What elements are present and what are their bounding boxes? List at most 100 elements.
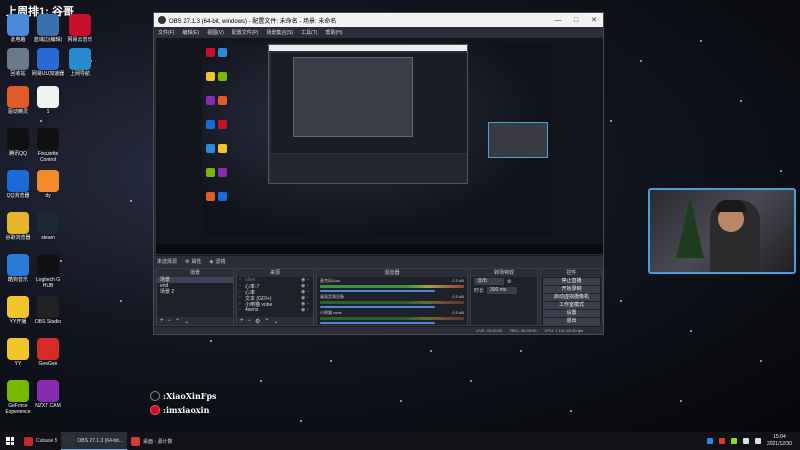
channel-level: 0.0 dB: [452, 278, 464, 283]
nvidia-icon: [7, 380, 29, 402]
tray-app-icon[interactable]: [718, 438, 725, 444]
control-button[interactable]: 工作室模式: [543, 302, 600, 309]
taskbar-item[interactable]: OBS 27.1.3 (64-bit...: [61, 432, 127, 450]
volume-slider[interactable]: [320, 290, 436, 292]
menu-item[interactable]: 文件(F): [158, 29, 174, 36]
menu-item[interactable]: 工具(T): [301, 29, 317, 36]
nested-webcam: [488, 122, 548, 158]
desktop-icon[interactable]: OBS Studio: [30, 296, 66, 325]
douyin-badge: :XiaoXinFps: [150, 390, 217, 402]
mixer-panel: 混音器 麦克风/Aux 0.0 dB 桌面音频设备 0.0 dB 小倒猫 vobe 0.0…: [316, 268, 468, 326]
obs-icon: [37, 296, 59, 318]
controls-title: 控件: [541, 269, 602, 277]
computer-icon: [7, 14, 29, 36]
desktop-icon-label: Focusrite Control: [37, 151, 59, 163]
menu-item[interactable]: 帮助(H): [325, 29, 342, 36]
start-button[interactable]: [0, 432, 20, 450]
control-button[interactable]: 停止直播: [543, 278, 600, 285]
add-icon[interactable]: +: [240, 318, 244, 324]
maximize-button[interactable]: □: [567, 13, 585, 27]
system-tray: 15:04 2021/12/30: [706, 434, 800, 448]
volume-slider[interactable]: [320, 306, 436, 308]
gear-icon[interactable]: ⚙: [255, 318, 260, 325]
transitions-title: 转场特效: [471, 269, 537, 277]
desktop-icon[interactable]: 1: [30, 86, 66, 115]
down-icon[interactable]: ⌄: [273, 318, 278, 325]
desktop-icon-label: NZXT CAM: [35, 403, 61, 409]
controls-panel: 控件 停止直播 开始录制 启动虚拟摄像机 工作室模式 设置 退出: [540, 268, 603, 326]
control-button[interactable]: 设置: [543, 310, 600, 317]
desktop-icon-label: 上网导航: [69, 71, 90, 77]
taskbar-item[interactable]: Cubase 5: [20, 432, 61, 450]
taskbar-item-label: 桌面 - 源计数: [143, 438, 173, 445]
desktop-icon-label: Logitech G HUB: [35, 277, 61, 289]
remove-icon[interactable]: −: [248, 318, 252, 324]
filters-button[interactable]: ◈ 滤镜: [210, 258, 226, 266]
sources-title: 来源: [237, 269, 313, 277]
scenes-panel: 场景 场景 end 场景 2 + − ⌃ ⌄: [156, 268, 234, 326]
mixer-channel: 桌面音频设备 0.0 dB: [317, 293, 467, 309]
desktop-icon[interactable]: steam: [30, 212, 66, 241]
lock-icon[interactable]: ▫: [307, 307, 313, 313]
up-icon[interactable]: ⌃: [175, 318, 180, 325]
obs-window-title: OBS 27.1.3 (64-bit, windows) - 配置文件: 未命名…: [169, 18, 337, 25]
obs-statusbar: LIVE: 00:00:00 REC: 00:00:00 CPU: 1.1%, …: [154, 326, 603, 334]
control-button[interactable]: 开始录制: [543, 286, 600, 293]
menu-item[interactable]: 配置文件(P): [232, 29, 259, 36]
desktop-icon[interactable]: NZXT CAM: [30, 380, 66, 409]
windows-icon: [6, 437, 14, 445]
volume-icon[interactable]: [742, 438, 749, 444]
transition-select[interactable]: 淡出: [474, 278, 504, 285]
duration-input[interactable]: 300 ms: [487, 287, 518, 294]
streamer-cap: [716, 200, 746, 212]
volume-meter: [320, 317, 464, 320]
tray-app-icon[interactable]: [706, 438, 713, 444]
desktop-icon[interactable]: Focusrite Control: [30, 128, 66, 163]
desktop-icon[interactable]: 蓝魂边(编辑): [30, 14, 66, 43]
desktop-icon[interactable]: GeeGee: [30, 338, 66, 367]
nested-obs-window: [268, 44, 468, 184]
arrow-icon: [37, 86, 59, 108]
desktop-icon[interactable]: 网易云音乐: [62, 14, 98, 43]
obs-window[interactable]: OBS 27.1.3 (64-bit, windows) - 配置文件: 未命名…: [153, 12, 604, 335]
gear-icon[interactable]: ⚙: [507, 279, 511, 285]
scene-item[interactable]: 场景 2: [157, 289, 233, 295]
up-icon[interactable]: ⌃: [264, 318, 269, 325]
menu-item[interactable]: 编辑(E): [182, 29, 199, 36]
desktop-icon[interactable]: 上网导航: [62, 48, 98, 77]
network-icon[interactable]: [754, 438, 761, 444]
yy-app-icon: [7, 338, 29, 360]
volume-slider[interactable]: [320, 322, 436, 324]
clock[interactable]: 15:04 2021/12/30: [767, 434, 792, 448]
qq-icon: [7, 128, 29, 150]
rec-timer: REC: 00:00:00: [510, 328, 537, 333]
menu-item[interactable]: 场景集合(S): [266, 29, 293, 36]
desktop-icon[interactable]: 网易UU加速器: [30, 48, 66, 77]
minimize-button[interactable]: —: [549, 13, 567, 27]
add-icon[interactable]: +: [160, 318, 164, 324]
down-icon[interactable]: ⌄: [184, 318, 189, 325]
remove-icon[interactable]: −: [168, 318, 172, 324]
control-button[interactable]: 启动虚拟摄像机: [543, 294, 600, 301]
desktop-icon-label: 网易UU加速器: [31, 71, 65, 77]
geegee-icon: [37, 338, 59, 360]
obs-titlebar[interactable]: OBS 27.1.3 (64-bit, windows) - 配置文件: 未命名…: [154, 13, 603, 27]
desktop-icon-label: dy: [45, 193, 51, 199]
live-timer: LIVE: 00:00:00: [475, 328, 503, 333]
taskbar-item[interactable]: 桌面 - 源计数: [127, 432, 176, 450]
close-button[interactable]: ✕: [585, 13, 603, 27]
tray-app-icon[interactable]: [730, 438, 737, 444]
properties-button[interactable]: ⚙ 属性: [185, 258, 202, 266]
preview-taskbar: [156, 244, 603, 254]
desktop-icon[interactable]: dy: [30, 170, 66, 199]
desktop-icon-label: GeeGee: [38, 361, 58, 367]
menu-item[interactable]: 视图(V): [207, 29, 224, 36]
source-item[interactable]: ▫ 4sens ◉ ▫: [237, 307, 313, 313]
taskbar-item-label: Cubase 5: [36, 438, 58, 444]
channel-level: 0.0 dB: [452, 310, 464, 315]
desktop-icon[interactable]: Logitech G HUB: [30, 254, 66, 289]
control-button[interactable]: 退出: [543, 318, 600, 325]
gear-icon: ⚙: [185, 258, 190, 265]
obs-preview[interactable]: [156, 38, 603, 254]
browser-icon: [69, 48, 91, 70]
